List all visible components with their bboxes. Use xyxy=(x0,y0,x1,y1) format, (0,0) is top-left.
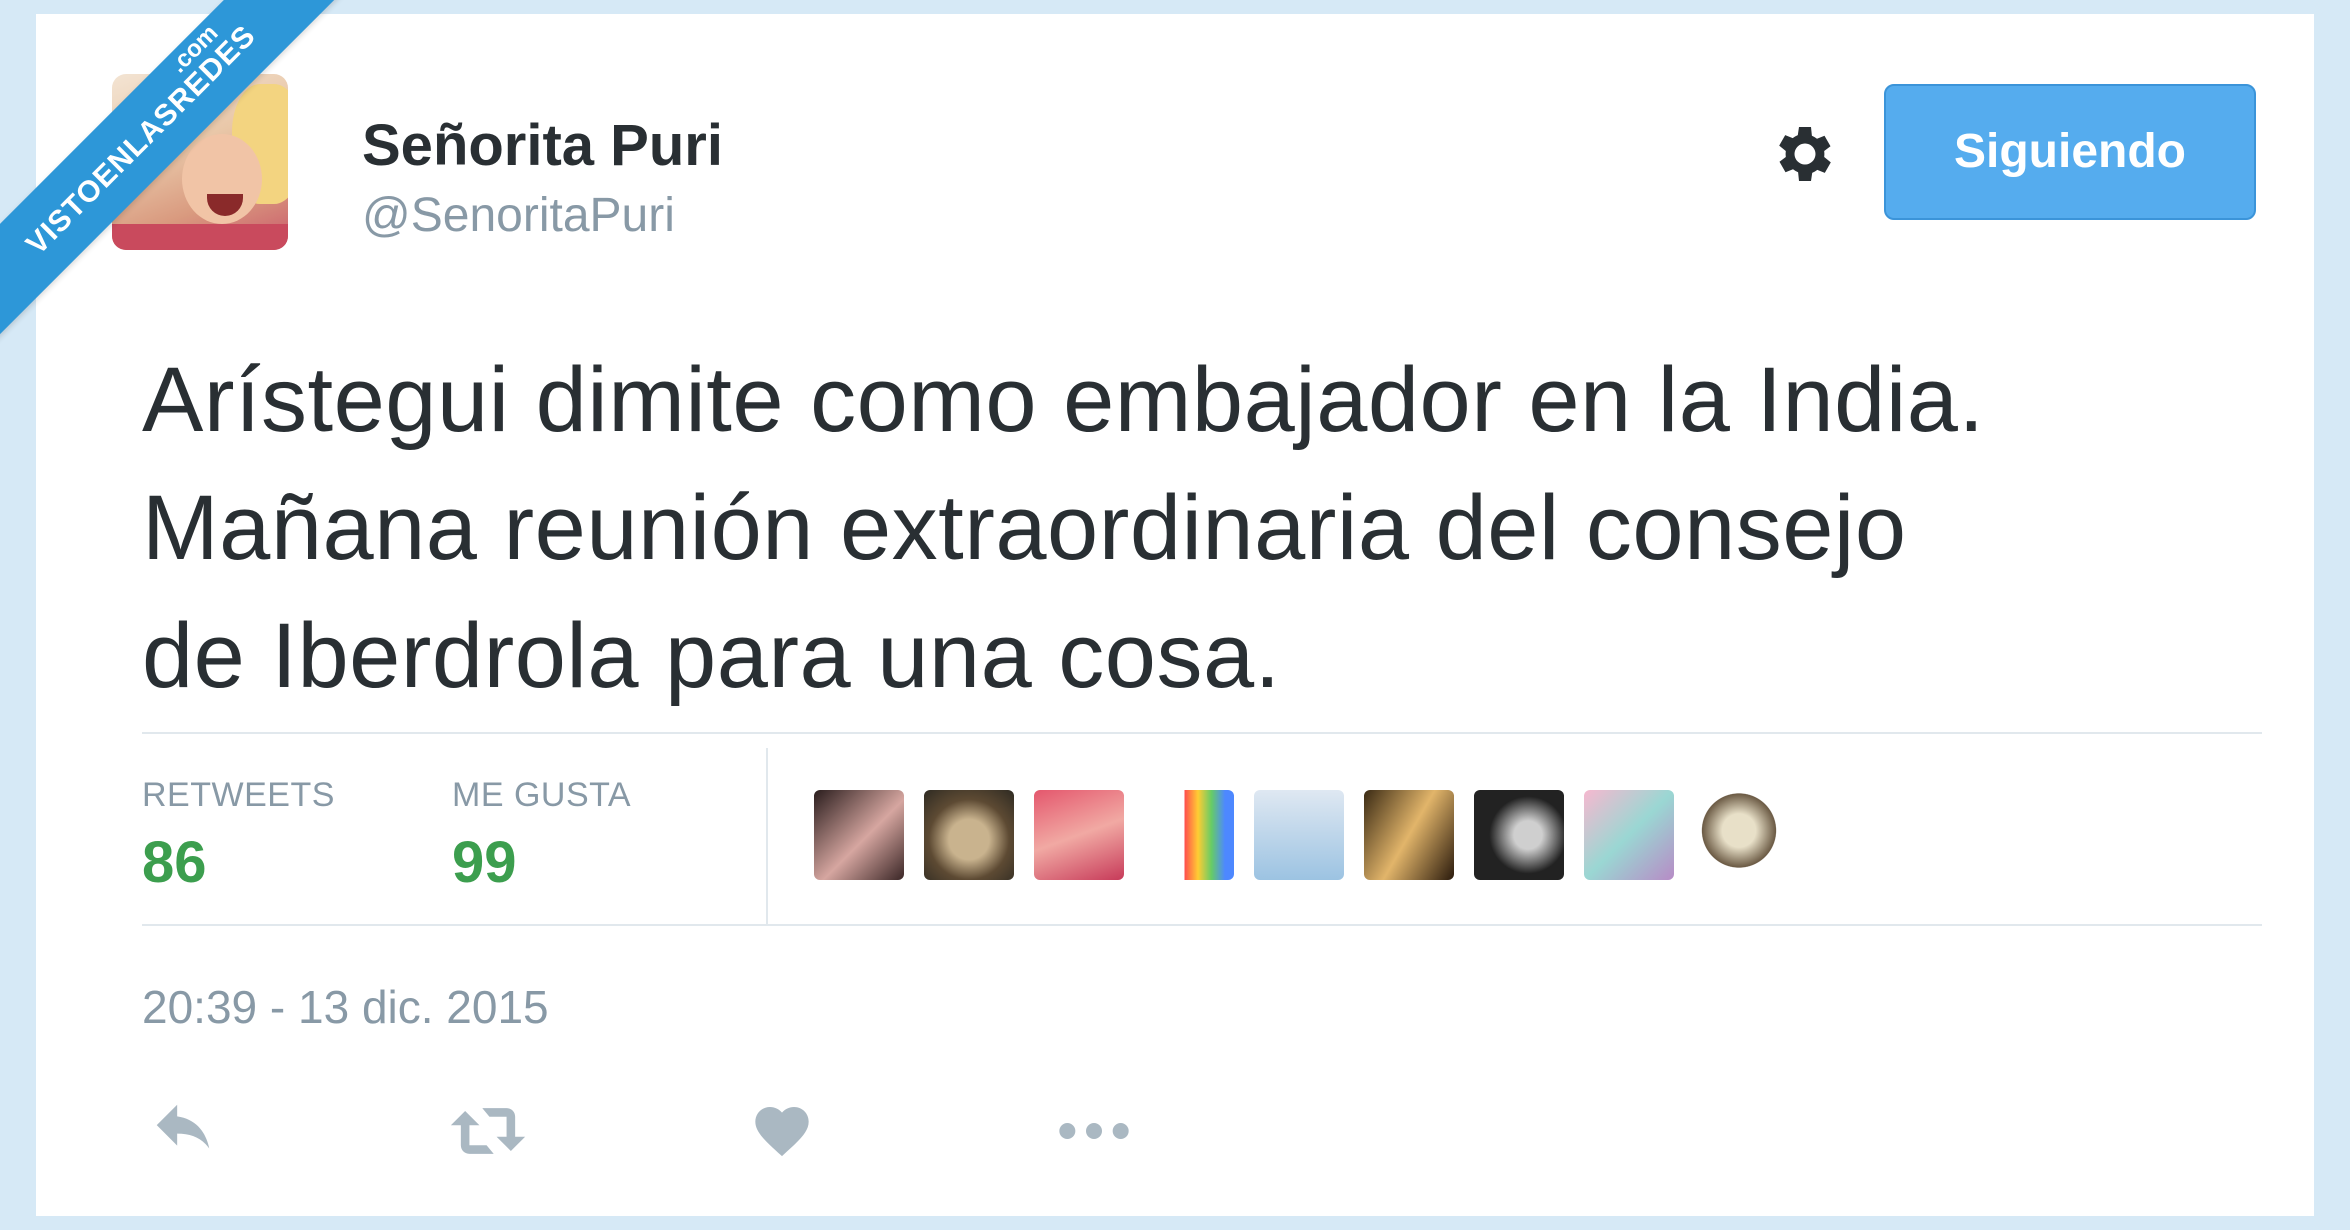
liker-avatar[interactable] xyxy=(1694,790,1784,880)
liker-avatar[interactable] xyxy=(924,790,1014,880)
divider xyxy=(142,924,2262,926)
liker-avatar[interactable] xyxy=(814,790,904,880)
retweets-label: RETWEETS xyxy=(142,776,335,814)
tweet-line: Arístegui dimite como embajador en la In… xyxy=(142,349,1985,451)
tweet-text: Arístegui dimite como embajador en la In… xyxy=(142,336,2292,720)
liker-avatar[interactable] xyxy=(1034,790,1124,880)
likes-stat[interactable]: ME GUSTA 99 xyxy=(452,776,631,896)
tweet-line: Mañana reunión extraordinaria del consej… xyxy=(142,477,1907,579)
timestamp[interactable]: 20:39 - 13 dic. 2015 xyxy=(142,980,549,1034)
retweets-count: 86 xyxy=(142,830,207,895)
tweet-line: de Iberdrola para una cosa. xyxy=(142,605,1281,707)
liker-avatar[interactable] xyxy=(1254,790,1344,880)
tweet-stats: RETWEETS 86 ME GUSTA 99 xyxy=(142,748,2262,924)
more-icon[interactable] xyxy=(1054,1096,1134,1166)
retweet-icon[interactable] xyxy=(448,1096,528,1166)
liker-avatar[interactable] xyxy=(1364,790,1454,880)
liker-avatar[interactable] xyxy=(1584,790,1674,880)
likes-count: 99 xyxy=(452,830,517,895)
reply-icon[interactable] xyxy=(148,1096,218,1166)
user-handle[interactable]: @SenoritaPuri xyxy=(362,188,675,243)
divider xyxy=(142,732,2262,734)
likes-label: ME GUSTA xyxy=(452,776,632,814)
gear-icon[interactable] xyxy=(1766,118,1838,190)
following-button[interactable]: Siguiendo xyxy=(1884,84,2256,220)
divider xyxy=(766,748,768,924)
liker-avatar[interactable] xyxy=(1474,790,1564,880)
tweet-card: Señorita Puri @SenoritaPuri Siguiendo Ar… xyxy=(36,14,2314,1216)
liker-avatar[interactable] xyxy=(1144,790,1234,880)
display-name[interactable]: Señorita Puri xyxy=(362,112,723,179)
like-icon[interactable] xyxy=(750,1096,814,1166)
retweets-stat[interactable]: RETWEETS 86 xyxy=(142,776,335,896)
